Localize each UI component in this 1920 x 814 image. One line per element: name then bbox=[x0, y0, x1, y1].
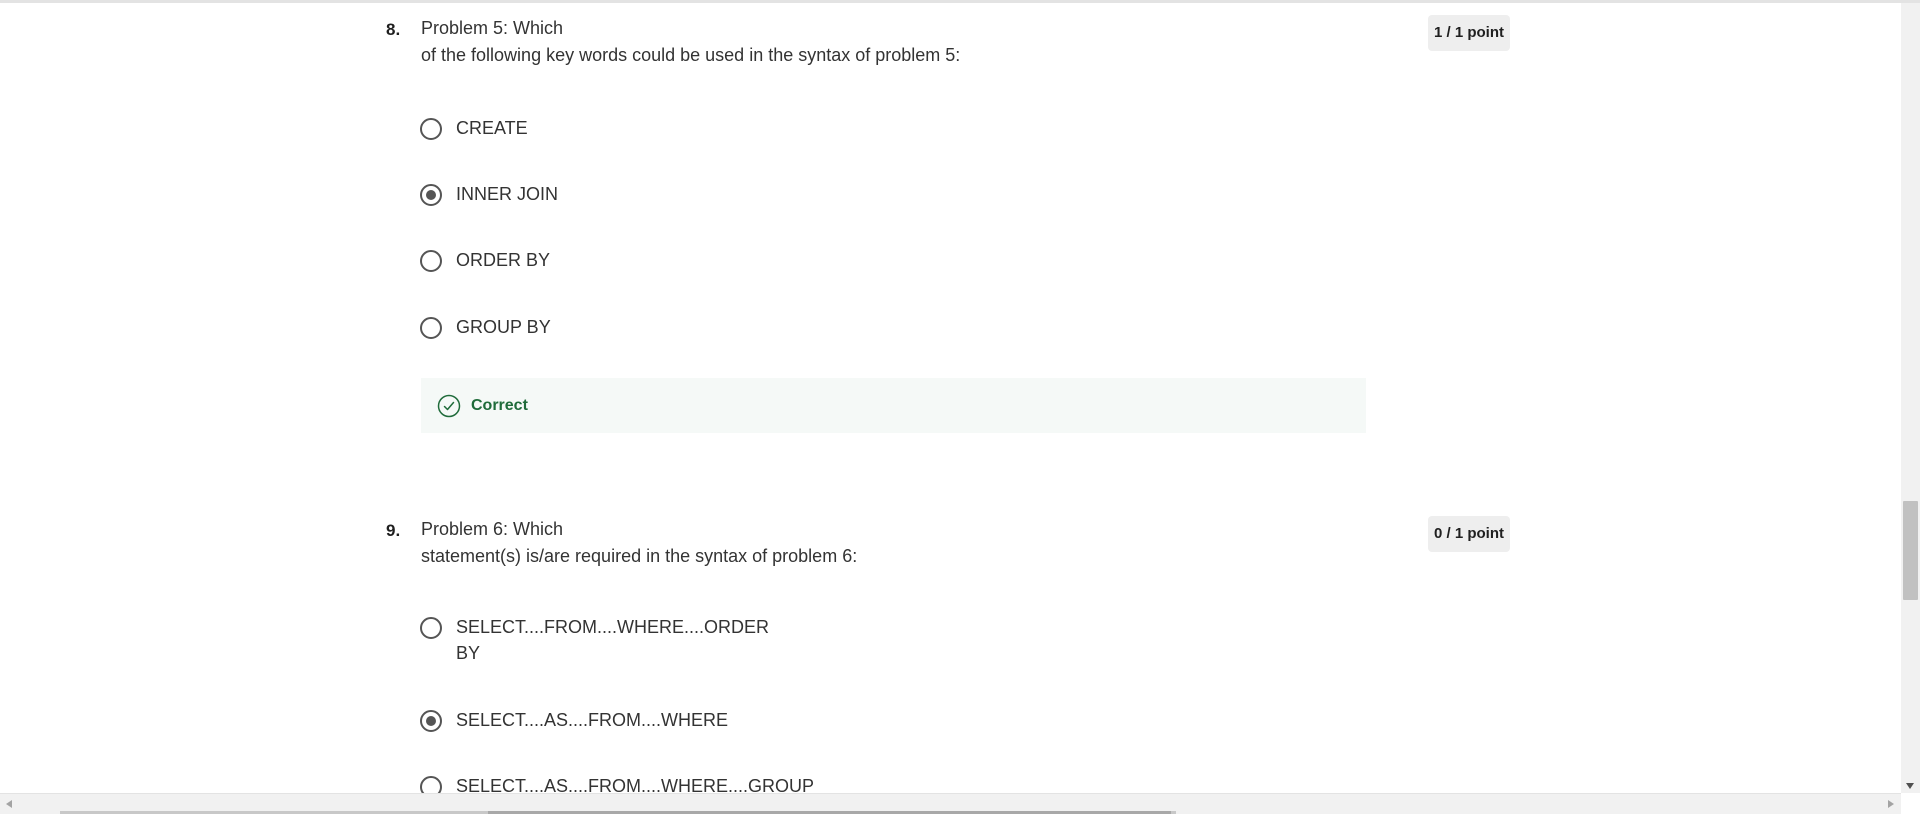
question-prompt: Problem 6: Which statement(s) is/are req… bbox=[421, 516, 857, 570]
option-label-line-2: BY bbox=[456, 643, 481, 663]
option-label: GROUP BY bbox=[456, 317, 551, 337]
option-create[interactable]: CREATE bbox=[420, 117, 528, 141]
question-number: 9. bbox=[386, 521, 401, 540]
question-prompt: Problem 5: Which of the following key wo… bbox=[421, 15, 960, 69]
question-prompt-line-2: statement(s) is/are required in the synt… bbox=[421, 546, 858, 566]
vertical-scrollbar-thumb[interactable] bbox=[1903, 501, 1918, 600]
option-inner-join[interactable]: INNER JOIN bbox=[420, 183, 558, 207]
option-select-as-from-where-group[interactable]: SELECT....AS....FROM....WHERE....GROUP bbox=[420, 775, 814, 793]
points-badge: 1 / 1 point bbox=[1427, 15, 1510, 51]
option-select-as-from-where[interactable]: SELECT....AS....FROM....WHERE bbox=[420, 709, 728, 733]
option-label: ORDER BY bbox=[456, 250, 551, 270]
option-group-by[interactable]: GROUP BY bbox=[420, 316, 551, 340]
radio-button-selected[interactable] bbox=[420, 710, 442, 732]
vertical-scrollbar[interactable] bbox=[1901, 3, 1920, 793]
scrollbar-corner bbox=[1901, 793, 1920, 814]
radio-button[interactable] bbox=[420, 317, 442, 339]
scroll-right-arrow-icon[interactable] bbox=[1888, 800, 1894, 808]
points-badge: 0 / 1 point bbox=[1427, 516, 1510, 552]
horizontal-scrollbar[interactable] bbox=[0, 793, 1920, 814]
option-label: CREATE bbox=[456, 118, 528, 138]
option-label: INNER JOIN bbox=[456, 184, 559, 204]
question-number: 8. bbox=[386, 20, 401, 39]
option-label-line-1: SELECT....FROM....WHERE....ORDER bbox=[456, 617, 770, 637]
option-order-by[interactable]: ORDER BY bbox=[420, 249, 550, 273]
radio-button[interactable] bbox=[420, 250, 442, 272]
radio-button[interactable] bbox=[420, 118, 442, 140]
radio-button-selected[interactable] bbox=[420, 184, 442, 206]
feedback-correct: Correct bbox=[421, 378, 1366, 433]
option-label: SELECT....AS....FROM....WHERE....GROUP bbox=[456, 776, 815, 793]
scrollbar-divider bbox=[0, 793, 1920, 794]
option-label: SELECT....FROM....WHERE....ORDER BY bbox=[456, 614, 769, 666]
radio-button[interactable] bbox=[420, 776, 442, 793]
radio-button[interactable] bbox=[420, 617, 442, 639]
scroll-left-arrow-icon[interactable] bbox=[6, 800, 12, 808]
question-prompt-line-1: Problem 6: Which bbox=[421, 519, 564, 539]
option-select-from-where-order-by[interactable]: SELECT....FROM....WHERE....ORDER BY bbox=[420, 616, 769, 666]
question-prompt-line-2: of the following key words could be used… bbox=[421, 45, 961, 65]
question-8: 8. Problem 5: Which of the following key… bbox=[386, 15, 1510, 435]
feedback-label: Correct bbox=[471, 396, 528, 414]
question-9: 9. Problem 6: Which statement(s) is/are … bbox=[386, 516, 1510, 793]
option-label: SELECT....AS....FROM....WHERE bbox=[456, 710, 729, 730]
check-circle-icon bbox=[437, 394, 461, 417]
quiz-content: 8. Problem 5: Which of the following key… bbox=[0, 3, 1901, 793]
question-prompt-line-1: Problem 5: Which bbox=[421, 18, 564, 38]
scroll-down-arrow-icon[interactable] bbox=[1906, 783, 1914, 789]
